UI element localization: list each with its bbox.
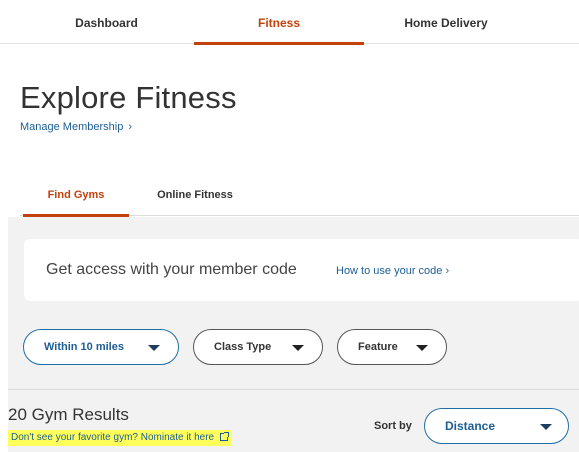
chevron-right-icon: › — [128, 121, 133, 133]
class-type-filter-label: Class Type — [214, 341, 272, 353]
page-title: Explore Fitness — [20, 80, 237, 115]
results-count: 20 Gym Results — [8, 405, 129, 424]
sort-selected-value: Distance — [445, 419, 496, 433]
class-type-filter-button[interactable]: Class Type — [193, 329, 323, 365]
manage-membership-link[interactable]: Manage Membership › — [20, 121, 132, 133]
tab-fitness[interactable]: Fitness — [194, 0, 364, 45]
manage-membership-label: Manage Membership — [20, 121, 124, 133]
feature-filter-button[interactable]: Feature — [337, 329, 447, 365]
tab-dashboard[interactable]: Dashboard — [34, 0, 179, 44]
sort-by-label: Sort by — [374, 420, 412, 432]
top-nav: Dashboard Fitness Home Delivery — [0, 0, 579, 45]
nominate-gym-link[interactable]: Don't see your favorite gym? Nominate it… — [8, 430, 231, 446]
caret-down-icon — [416, 345, 428, 351]
sort-by-select[interactable]: Distance — [424, 408, 569, 444]
chevron-right-icon: › — [445, 265, 450, 277]
how-to-use-code-link[interactable]: How to use your code › — [336, 265, 449, 277]
member-code-card: Get access with your member code How to … — [24, 239, 579, 301]
subtab-find-gyms[interactable]: Find Gyms — [23, 178, 129, 217]
tab-home-delivery[interactable]: Home Delivery — [376, 0, 516, 44]
distance-filter-button[interactable]: Within 10 miles — [23, 329, 179, 365]
caret-down-icon — [292, 345, 304, 351]
distance-filter-label: Within 10 miles — [44, 341, 124, 353]
page: Dashboard Fitness Home Delivery Explore … — [0, 0, 579, 452]
nominate-gym-label: Don't see your favorite gym? Nominate it… — [11, 432, 215, 443]
caret-down-icon — [540, 424, 552, 430]
caret-down-icon — [148, 345, 160, 351]
how-to-use-code-label: How to use your code — [336, 265, 443, 277]
divider — [8, 389, 579, 390]
sub-tabs: Find Gyms Online Fitness — [20, 178, 579, 217]
subtab-online-fitness[interactable]: Online Fitness — [140, 178, 250, 216]
member-code-text: Get access with your member code — [46, 261, 297, 278]
external-link-icon — [219, 432, 229, 441]
feature-filter-label: Feature — [358, 341, 398, 353]
